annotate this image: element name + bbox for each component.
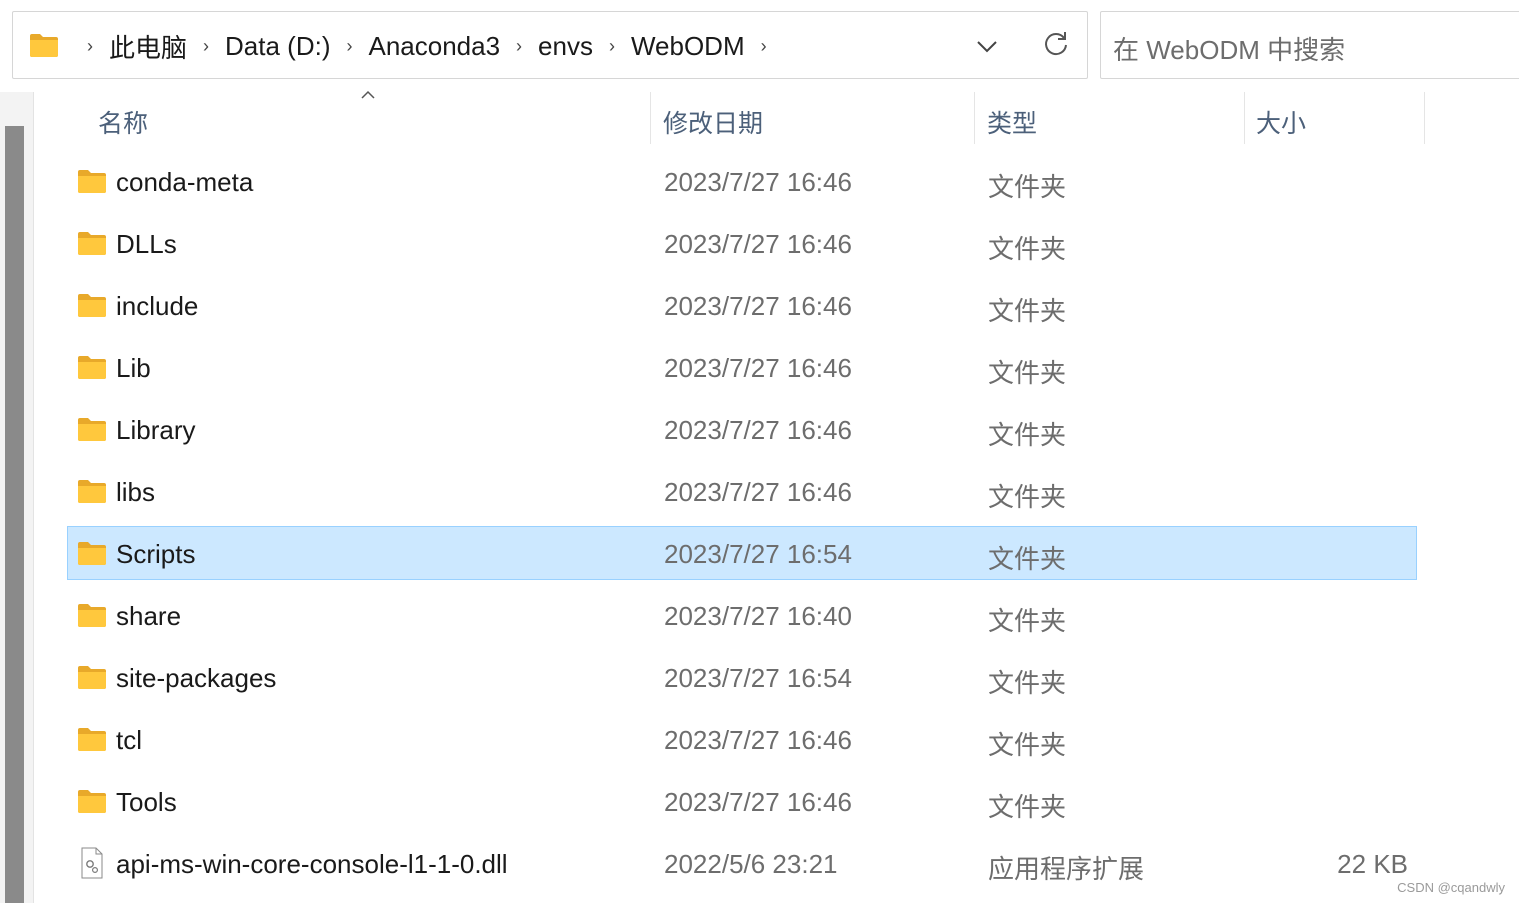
dll-file-icon	[81, 847, 103, 879]
breadcrumb: › 此电脑 › Data (D:) › Anaconda3 › envs › W…	[73, 12, 781, 80]
folder-icon	[78, 294, 106, 317]
sort-ascending-icon	[361, 90, 375, 99]
file-row[interactable]: Tools 2023/7/27 16:46 文件夹	[67, 774, 1417, 828]
folder-icon	[78, 356, 106, 379]
chevron-down-icon[interactable]	[973, 32, 1001, 60]
file-name: include	[116, 291, 199, 321]
file-date-modified: 2022/5/6 23:21	[664, 849, 838, 879]
file-date-modified: 2023/7/27 16:54	[664, 539, 852, 569]
column-name[interactable]: 名称	[98, 104, 148, 140]
file-name: api-ms-win-core-console-l1-1-0.dll	[116, 849, 508, 879]
file-date-modified: 2023/7/27 16:54	[664, 663, 852, 693]
file-type: 文件夹	[988, 172, 1067, 202]
file-row[interactable]: share 2023/7/27 16:40 文件夹	[67, 588, 1417, 642]
chevron-right-icon[interactable]: ›	[79, 36, 101, 57]
file-type: 文件夹	[988, 606, 1067, 636]
file-row[interactable]: conda-meta 2023/7/27 16:46 文件夹	[67, 154, 1417, 208]
folder-icon	[30, 34, 58, 57]
file-type: 应用程序扩展	[988, 854, 1145, 884]
file-name: DLLs	[116, 229, 177, 259]
file-date-modified: 2023/7/27 16:46	[664, 167, 852, 197]
breadcrumb-webodm[interactable]: WebODM	[629, 31, 747, 62]
file-date-modified: 2023/7/27 16:40	[664, 601, 852, 631]
file-date-modified: 2023/7/27 16:46	[664, 725, 852, 755]
file-row[interactable]: DLLs 2023/7/27 16:46 文件夹	[67, 216, 1417, 270]
file-date-modified: 2023/7/27 16:46	[664, 291, 852, 321]
file-type: 文件夹	[988, 296, 1067, 326]
file-date-modified: 2023/7/27 16:46	[664, 477, 852, 507]
chevron-right-icon[interactable]: ›	[508, 36, 530, 57]
file-row[interactable]: Lib 2023/7/27 16:46 文件夹	[67, 340, 1417, 394]
scrollbar-thumb[interactable]	[5, 126, 24, 903]
file-row[interactable]: Library 2023/7/27 16:46 文件夹	[67, 402, 1417, 456]
file-type: 文件夹	[988, 482, 1067, 512]
search-placeholder: 在 WebODM 中搜索	[1113, 35, 1346, 65]
file-type: 文件夹	[988, 358, 1067, 388]
file-name: tcl	[116, 725, 142, 755]
column-divider[interactable]	[1424, 92, 1425, 144]
breadcrumb-data-drive[interactable]: Data (D:)	[223, 31, 332, 62]
breadcrumb-envs[interactable]: envs	[536, 31, 595, 62]
folder-icon	[78, 170, 106, 193]
watermark: CSDN @cqandwly	[1397, 880, 1505, 895]
file-type: 文件夹	[988, 792, 1067, 822]
file-row[interactable]: api-ms-win-core-console-l1-1-0.dll 2022/5…	[67, 836, 1417, 890]
file-date-modified: 2023/7/27 16:46	[664, 353, 852, 383]
chevron-right-icon[interactable]: ›	[195, 36, 217, 57]
folder-icon	[78, 480, 106, 503]
file-name: share	[116, 601, 182, 631]
breadcrumb-anaconda3[interactable]: Anaconda3	[366, 31, 502, 62]
column-divider[interactable]	[1244, 92, 1245, 144]
file-date-modified: 2023/7/27 16:46	[664, 229, 852, 259]
file-explorer-window: › 此电脑 › Data (D:) › Anaconda3 › envs › W…	[0, 0, 1519, 903]
refresh-icon[interactable]	[1039, 28, 1073, 62]
column-divider[interactable]	[974, 92, 975, 144]
folder-icon	[78, 232, 106, 255]
column-divider[interactable]	[650, 92, 651, 144]
file-name: Tools	[116, 787, 177, 817]
column-header: 名称 修改日期 类型 大小	[0, 92, 1519, 144]
file-row[interactable]: Scripts 2023/7/27 16:54 文件夹	[67, 526, 1417, 580]
file-type: 文件夹	[988, 730, 1067, 760]
column-size[interactable]: 大小	[1256, 104, 1306, 140]
folder-icon	[78, 790, 106, 813]
file-row[interactable]: include 2023/7/27 16:46 文件夹	[67, 278, 1417, 332]
column-type[interactable]: 类型	[987, 104, 1037, 140]
folder-icon	[78, 666, 106, 689]
file-type: 文件夹	[988, 234, 1067, 264]
file-name: Scripts	[116, 539, 196, 569]
file-size: 22 KB	[1337, 849, 1408, 879]
file-name: libs	[116, 477, 156, 507]
column-date-modified[interactable]: 修改日期	[663, 104, 763, 140]
file-name: Library	[116, 415, 196, 445]
folder-icon	[78, 418, 106, 441]
file-name: site-packages	[116, 663, 277, 693]
pane-divider[interactable]	[33, 92, 34, 903]
file-date-modified: 2023/7/27 16:46	[664, 415, 852, 445]
file-type: 文件夹	[988, 420, 1067, 450]
file-name: Lib	[116, 353, 151, 383]
file-name: conda-meta	[116, 167, 254, 197]
file-row[interactable]: libs 2023/7/27 16:46 文件夹	[67, 464, 1417, 518]
folder-icon	[78, 542, 106, 565]
address-bar[interactable]: › 此电脑 › Data (D:) › Anaconda3 › envs › W…	[12, 11, 1088, 79]
folder-icon	[78, 728, 106, 751]
file-type: 文件夹	[988, 668, 1067, 698]
folder-icon	[78, 604, 106, 627]
file-row[interactable]: site-packages 2023/7/27 16:54 文件夹	[67, 650, 1417, 704]
chevron-right-icon[interactable]: ›	[753, 36, 775, 57]
file-type: 文件夹	[988, 544, 1067, 574]
search-input[interactable]: 在 WebODM 中搜索	[1100, 11, 1519, 79]
file-row[interactable]: tcl 2023/7/27 16:46 文件夹	[67, 712, 1417, 766]
chevron-right-icon[interactable]: ›	[601, 36, 623, 57]
chevron-right-icon[interactable]: ›	[338, 36, 360, 57]
breadcrumb-this-pc[interactable]: 此电脑	[107, 28, 189, 65]
file-date-modified: 2023/7/27 16:46	[664, 787, 852, 817]
